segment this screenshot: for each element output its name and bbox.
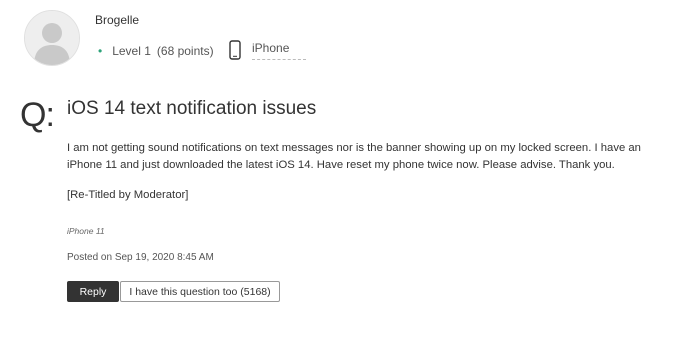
author-level: • Level 1 (68 points) [98, 44, 214, 58]
level-label: Level 1 [112, 44, 151, 58]
moderator-note: [Re-Titled by Moderator] [67, 189, 189, 201]
user-silhouette-icon [25, 11, 79, 65]
question-body: I am not getting sound notifications on … [67, 140, 667, 174]
posted-date: Posted on Sep 19, 2020 8:45 AM [67, 252, 214, 263]
question-body-line: I am not getting sound notifications on … [67, 142, 641, 154]
question-title: iOS 14 text notification issues [67, 98, 317, 119]
question-body-line: iPhone 11 and just downloaded the latest… [67, 159, 615, 171]
same-question-button[interactable]: I have this question too (5168) [120, 281, 280, 302]
author-name[interactable]: Brogelle [95, 13, 139, 27]
phone-icon [229, 40, 241, 60]
points-label: (68 points) [156, 44, 214, 58]
question-marker: Q: [20, 96, 55, 134]
reply-button[interactable]: Reply [67, 281, 119, 302]
device-tag: iPhone 11 [67, 226, 105, 236]
author-device[interactable]: iPhone [252, 41, 306, 60]
level-bullet-icon: • [98, 44, 103, 58]
avatar[interactable] [24, 10, 80, 66]
